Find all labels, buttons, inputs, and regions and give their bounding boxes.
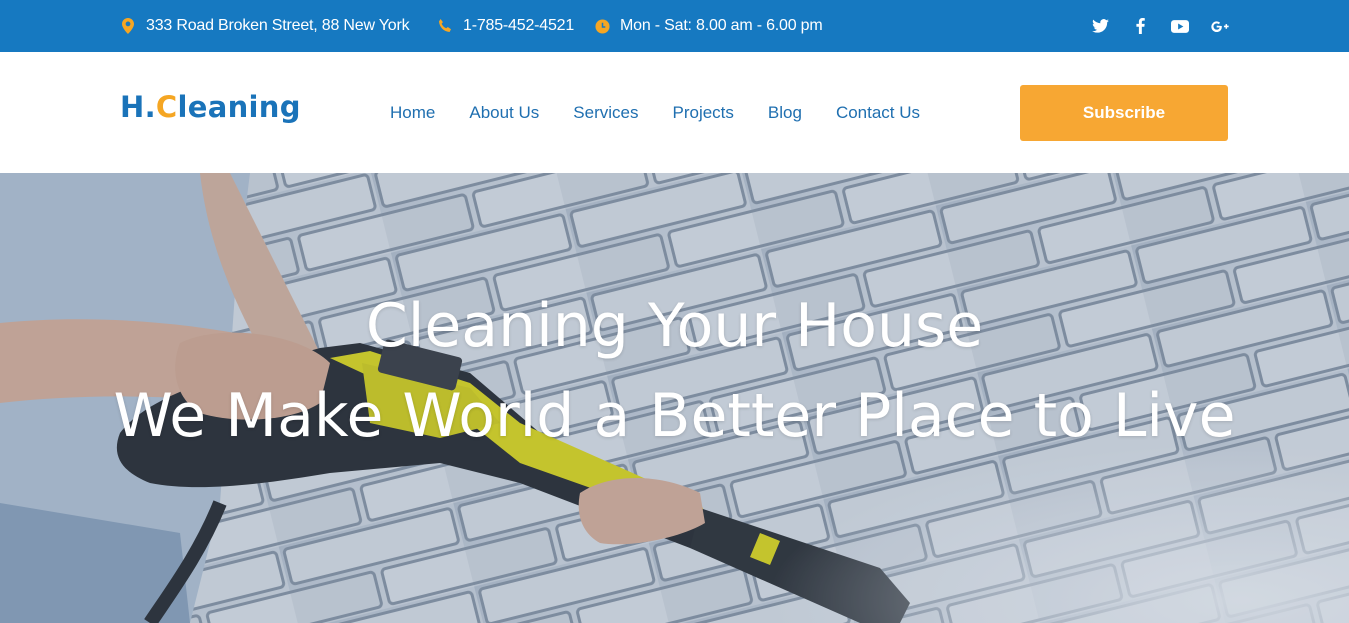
main-nav: Home About Us Services Projects Blog Con…: [390, 52, 920, 173]
hours-text: Mon - Sat: 8.00 am - 6.00 pm: [620, 17, 823, 34]
nav-item-projects[interactable]: Projects: [672, 103, 733, 123]
logo-suffix: leaning: [177, 90, 301, 124]
social-links: [1091, 0, 1229, 52]
phone-info[interactable]: 1-785-452-4521: [437, 0, 574, 52]
hero-heading-line-2: We Make World a Better Place to Live: [113, 381, 1236, 451]
site-logo[interactable]: H.Cleaning: [120, 90, 301, 124]
address-info: 333 Road Broken Street, 88 New York: [120, 0, 410, 52]
nav-item-about-us[interactable]: About Us: [469, 103, 539, 123]
top-info-bar: 333 Road Broken Street, 88 New York 1-78…: [0, 0, 1349, 52]
google-plus-icon[interactable]: [1211, 17, 1229, 35]
subscribe-button[interactable]: Subscribe: [1020, 85, 1228, 141]
logo-prefix: H.: [120, 90, 156, 124]
youtube-icon[interactable]: [1171, 17, 1189, 35]
nav-item-blog[interactable]: Blog: [768, 103, 802, 123]
phone-icon: [437, 18, 453, 34]
logo-accent-letter: C: [155, 90, 178, 124]
map-pin-icon: [120, 18, 136, 34]
site-header: H.Cleaning Home About Us Services Projec…: [0, 52, 1349, 173]
nav-item-services[interactable]: Services: [573, 103, 638, 123]
hero-banner: Cleaning Your House We Make World a Bett…: [0, 173, 1349, 623]
nav-item-home[interactable]: Home: [390, 103, 435, 123]
clock-icon: [594, 18, 610, 34]
twitter-icon[interactable]: [1091, 17, 1109, 35]
facebook-icon[interactable]: [1131, 17, 1149, 35]
hours-info: Mon - Sat: 8.00 am - 6.00 pm: [594, 0, 823, 52]
address-text: 333 Road Broken Street, 88 New York: [146, 17, 410, 34]
hero-heading-line-1: Cleaning Your House: [365, 291, 984, 361]
nav-item-contact-us[interactable]: Contact Us: [836, 103, 920, 123]
phone-text[interactable]: 1-785-452-4521: [463, 17, 574, 35]
